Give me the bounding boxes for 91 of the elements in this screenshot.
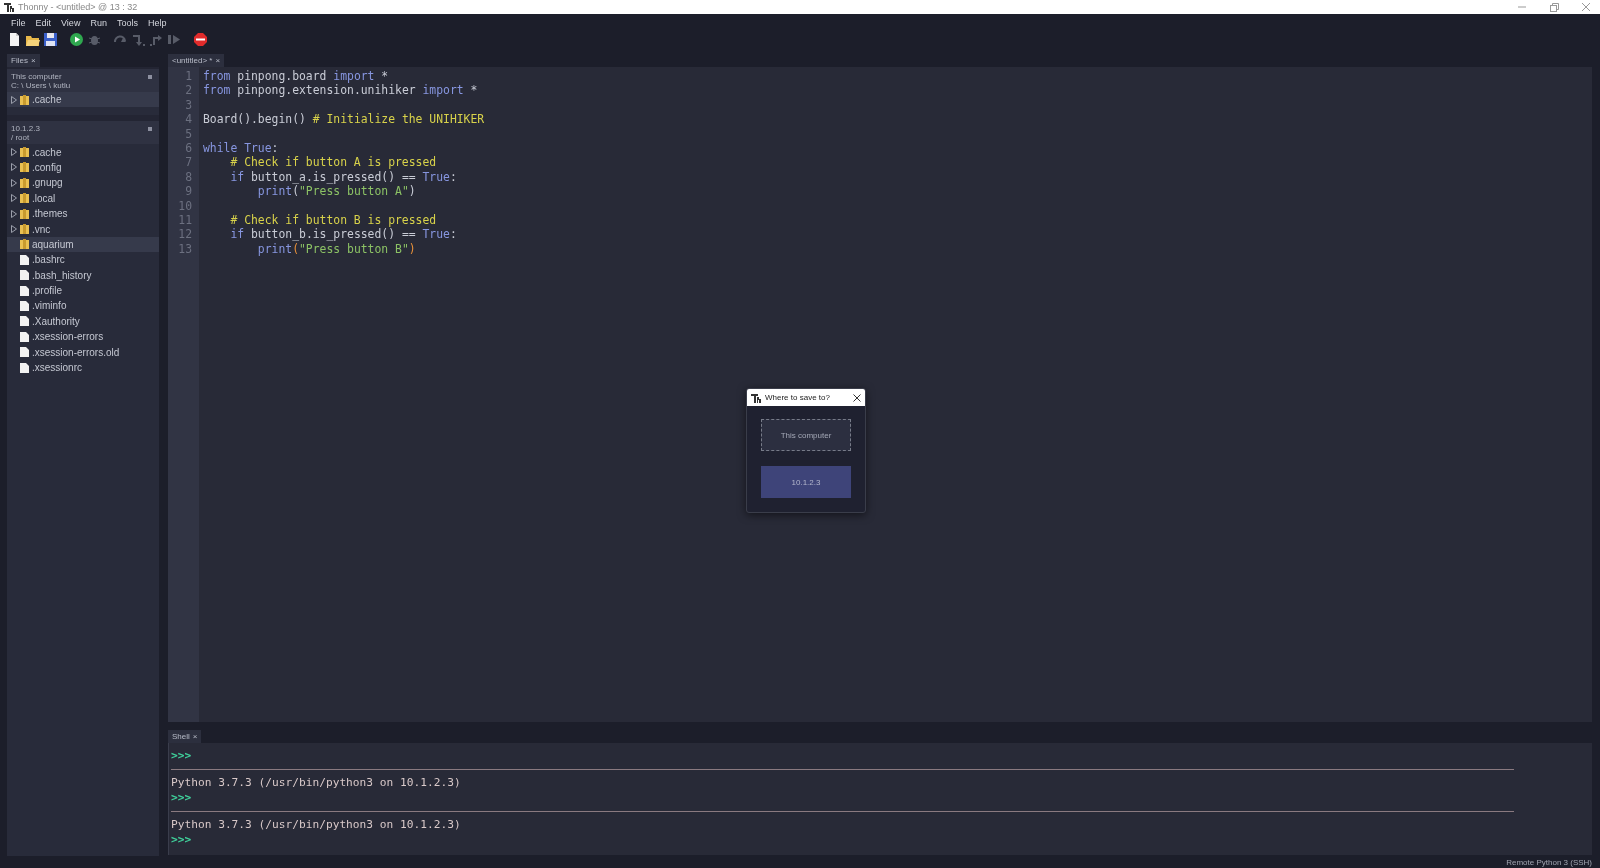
app-logo-icon xyxy=(751,392,761,403)
file-icon xyxy=(20,316,29,327)
menu-item[interactable]: Tools xyxy=(111,18,143,28)
file-icon xyxy=(20,254,29,265)
file-tree-item[interactable]: .themes xyxy=(7,205,159,222)
shell-console[interactable]: >>> Python 3.7.3 (/usr/bin/python3 on 10.1.2.3) >>> Python 3.7.3 (/usr/bin/python3 on 10.1.2.3) >>> xyxy=(168,743,1592,855)
folder-icon xyxy=(20,94,29,105)
line-number: 8 xyxy=(184,169,193,185)
folder-icon xyxy=(20,162,29,173)
line-number: 7 xyxy=(184,155,193,170)
line-number: 11 xyxy=(177,212,193,228)
file-tree-item[interactable]: aquarium xyxy=(7,236,159,253)
shell-prompt: >>> xyxy=(171,749,193,764)
location-button[interactable]: This computer xyxy=(761,419,851,451)
new-file-icon[interactable] xyxy=(7,31,22,47)
close-tab-button[interactable]: × xyxy=(30,56,36,65)
line-number: 9 xyxy=(184,184,193,199)
file-tree-item[interactable]: .cache xyxy=(7,92,159,108)
menu-item[interactable]: File xyxy=(6,18,31,28)
interpreter-status[interactable]: Remote Python 3 (SSH) xyxy=(1506,857,1592,867)
tab[interactable]: Shell × xyxy=(168,730,202,743)
location-title: This computer xyxy=(11,72,63,81)
menu-item[interactable]: Help xyxy=(142,18,172,28)
code-line: # Check if button A is pressed xyxy=(229,155,438,170)
file-tree-item[interactable]: .cache xyxy=(7,144,159,160)
file-tree-item[interactable]: .bash_history xyxy=(7,267,159,283)
tab[interactable]: <untitled> * × xyxy=(168,54,225,67)
location-path: / root xyxy=(11,133,31,143)
floppy-icon[interactable] xyxy=(43,31,58,47)
file-tree-item[interactable]: .xsession-errors xyxy=(7,329,159,345)
stop-icon[interactable] xyxy=(193,31,208,47)
code-line: if button_b.is_pressed() == True: xyxy=(229,227,458,242)
file-icon xyxy=(20,331,29,342)
folder-icon xyxy=(20,224,29,235)
folder-icon xyxy=(20,208,29,219)
file-icon xyxy=(20,362,29,373)
folder-icon xyxy=(20,239,29,250)
line-number: 3 xyxy=(184,97,193,113)
shell-prompt: >>> xyxy=(171,790,193,806)
line-number: 10 xyxy=(177,198,193,213)
menu-item[interactable]: View xyxy=(56,18,86,28)
folder-icon xyxy=(20,193,29,204)
play-icon[interactable] xyxy=(69,31,84,47)
line-number: 4 xyxy=(184,112,193,127)
location-button[interactable]: 10.1.2.3 xyxy=(761,466,851,498)
window-title: Thonny - <untitled> @ 13 : 32 xyxy=(18,2,138,12)
file-tree-item[interactable]: .config xyxy=(7,159,159,176)
menu-item[interactable]: Edit xyxy=(30,18,57,28)
menu-item[interactable]: Run xyxy=(85,18,112,28)
file-tree-item[interactable]: .Xauthority xyxy=(7,313,159,330)
close-tab-button[interactable]: × xyxy=(215,56,221,65)
code-line: while True: xyxy=(203,140,280,156)
file-tree-item[interactable]: .profile xyxy=(7,282,159,299)
file-tree-item[interactable]: .vnc xyxy=(7,221,159,237)
code-line: from pinpong.board import * xyxy=(203,69,390,84)
restore-icon[interactable] xyxy=(1548,2,1560,12)
file-tree-item[interactable]: .bashrc xyxy=(7,252,159,268)
shell-output: Python 3.7.3 (/usr/bin/python3 on 10.1.2.3) xyxy=(171,818,462,833)
file-tree-item[interactable]: .xsessionrc xyxy=(7,359,159,376)
line-number: 6 xyxy=(184,140,193,156)
file-tree-item[interactable]: .xsession-errors.old xyxy=(7,344,159,360)
folder-icon xyxy=(20,177,29,188)
folder-icon xyxy=(20,147,29,158)
line-number: 2 xyxy=(184,83,193,98)
close-tab-button[interactable]: × xyxy=(192,732,198,741)
dialog-title: Where to save to? xyxy=(765,393,830,402)
line-number: 5 xyxy=(184,126,193,141)
shell-prompt: >>> xyxy=(171,832,193,847)
app-logo-icon xyxy=(4,2,14,12)
tab[interactable]: Files × xyxy=(7,54,40,67)
location-path: C: \ Users \ kutlu xyxy=(11,81,71,90)
file-tree-item[interactable]: .local xyxy=(7,190,159,206)
file-icon xyxy=(20,301,29,311)
expand-triangle-icon[interactable] xyxy=(11,95,17,104)
code-line: print("Press button A") xyxy=(256,184,417,199)
line-number: 1 xyxy=(184,69,193,84)
code-line: Board().begin() # Initialize the UNIHIKER xyxy=(203,112,485,127)
file-tree-item[interactable]: .viminfo xyxy=(7,298,159,314)
code-line: from pinpong.extension.unihiker import * xyxy=(203,83,479,98)
file-icon xyxy=(20,270,29,281)
code-line: # Check if button B is pressed xyxy=(229,212,438,228)
code-line: if button_a.is_pressed() == True: xyxy=(229,169,458,185)
code-line: print("Press button B") xyxy=(256,241,417,257)
file-tree-item[interactable]: .gnupg xyxy=(7,175,159,191)
file-icon xyxy=(20,347,29,358)
line-number: 12 xyxy=(177,227,193,242)
file-icon xyxy=(20,285,29,296)
location-title: 10.1.2.3 xyxy=(11,124,40,134)
shell-output: Python 3.7.3 (/usr/bin/python3 on 10.1.2.3) xyxy=(171,776,462,791)
close-icon[interactable] xyxy=(853,393,861,402)
line-number: 13 xyxy=(177,241,193,257)
